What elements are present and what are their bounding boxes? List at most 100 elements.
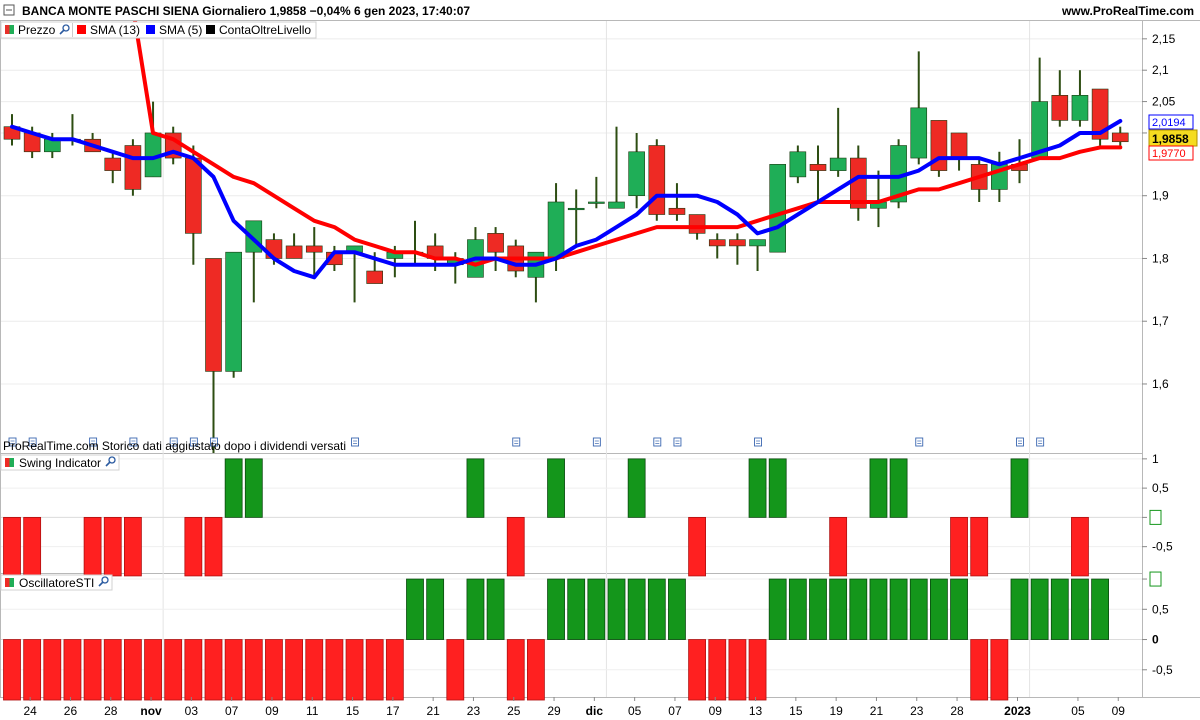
note-icon-body[interactable]	[1036, 437, 1045, 447]
sti-bar-negative	[285, 639, 304, 701]
sti-bar-positive	[889, 578, 908, 640]
sti-bar-positive	[788, 578, 807, 640]
candle-up	[567, 207, 585, 211]
candle-up	[608, 201, 625, 209]
x-tick-label: 26	[64, 704, 78, 718]
swing-panel-label[interactable]: Swing Indicator	[0, 454, 120, 471]
site-link[interactable]: www.ProRealTime.com	[1061, 4, 1194, 18]
note-icon-body[interactable]	[512, 437, 521, 447]
sma5-swatch-icon	[146, 25, 155, 34]
swing-bar-negative	[3, 516, 21, 577]
swing-tick-label: -0,5	[1152, 540, 1173, 554]
legend-label-sma13: SMA (13)	[90, 23, 140, 37]
x-tick-label: 05	[628, 704, 642, 718]
x-tick-label: 25	[507, 704, 521, 718]
sti-bar-negative	[83, 639, 102, 701]
price-tick-label: 2,1	[1152, 63, 1169, 77]
x-tick-label: 28	[104, 704, 118, 718]
indicator-axes: 10,50-0,510,50-0,5	[1142, 452, 1173, 677]
swing-bar-negative	[950, 516, 968, 577]
note-icon[interactable]	[1036, 437, 1045, 447]
note-icon[interactable]	[351, 437, 359, 447]
x-tick-label: 07	[668, 704, 682, 718]
sti-bar-positive	[1071, 578, 1089, 640]
candle-down	[668, 207, 686, 215]
sti-panel-label[interactable]: OscillatoreSTI	[0, 574, 113, 591]
sti-bar-negative	[970, 639, 989, 701]
sti-bar-negative	[748, 639, 767, 701]
price-tick-label: 1,9	[1152, 189, 1169, 203]
sti-bar-negative	[325, 639, 344, 701]
note-icon-body[interactable]	[754, 437, 762, 447]
sti-bar-positive	[567, 578, 586, 640]
legend-item-contaoltrelivello[interactable]: ContaOltreLivello	[206, 23, 311, 37]
sti-bar-positive	[466, 578, 485, 640]
chart-title: BANCA MONTE PASCHI SIENA Giornaliero 1,9…	[22, 4, 470, 18]
swing-bar-negative	[688, 516, 706, 577]
candle-down	[487, 233, 504, 253]
swing-bar-positive	[1010, 458, 1029, 518]
note-icon[interactable]	[754, 437, 762, 447]
price-axis: 1,6 1,7 1,8 1,9 2,05 2,1 2,15	[1142, 32, 1176, 391]
swing-current-badge	[1149, 509, 1162, 525]
swing-bar-negative	[204, 516, 223, 577]
candle-down	[305, 245, 323, 253]
x-tick-label: 05	[1071, 704, 1085, 718]
sti-bar-negative	[527, 639, 545, 701]
sti-bar-positive	[909, 578, 928, 640]
sti-bar-negative	[164, 639, 183, 701]
note-icon[interactable]	[673, 437, 682, 447]
note-icon[interactable]	[592, 437, 601, 447]
sti-bar-negative	[708, 639, 727, 701]
svg-text:2,0194: 2,0194	[1152, 117, 1186, 129]
swing-bar-negative	[829, 516, 848, 577]
sti-bar-negative	[63, 639, 82, 701]
note-icon[interactable]	[1016, 437, 1024, 447]
legend-label-sma5: SMA (5)	[159, 23, 202, 37]
candle-down	[366, 270, 384, 284]
sti-bar-negative	[3, 639, 21, 701]
sti-bar-negative	[184, 639, 203, 701]
swing-bar-negative	[970, 516, 989, 577]
note-icon-body[interactable]	[673, 437, 682, 447]
note-icon-body[interactable]	[1016, 437, 1024, 447]
candle-down	[729, 239, 746, 247]
x-tick-label: 09	[1112, 704, 1126, 718]
swing-bar-positive	[869, 458, 888, 518]
legend: Prezzo SMA (13) SMA (5) ContaOltreLivell…	[0, 21, 317, 39]
note-icon[interactable]	[915, 437, 924, 447]
sti-bar-negative	[365, 639, 384, 701]
x-tick-label: dic	[586, 704, 604, 718]
sti-bar-negative	[385, 639, 404, 701]
swing-swatch-icon	[5, 458, 10, 467]
candle-up	[769, 164, 787, 253]
x-tick-label: 28	[950, 704, 964, 718]
note-icon[interactable]	[512, 437, 521, 447]
candle-down	[688, 214, 706, 234]
candle-down	[205, 258, 222, 372]
sti-bar-negative	[124, 639, 142, 701]
sti-bar-positive	[869, 578, 888, 640]
sti-bar-positive	[486, 578, 505, 640]
candle-down	[809, 164, 827, 171]
sti-bar-positive	[607, 578, 626, 640]
swing-bar-negative	[1071, 516, 1089, 577]
note-icon-body[interactable]	[653, 437, 662, 447]
price-tick-label: 1,6	[1152, 377, 1169, 391]
note-icon-body[interactable]	[915, 437, 924, 447]
candle-up	[225, 251, 242, 372]
note-icon-body[interactable]	[351, 437, 359, 447]
note-icon[interactable]	[653, 437, 662, 447]
note-icon-body[interactable]	[592, 437, 601, 447]
candle-up	[588, 201, 605, 204]
x-tick-label: 17	[386, 704, 400, 718]
sti-bar-negative	[144, 639, 162, 701]
candle-up	[829, 157, 847, 171]
x-tick-label: 23	[467, 704, 481, 718]
candle-up	[789, 151, 807, 178]
svg-text:1,9858: 1,9858	[1152, 132, 1189, 146]
price-tick-label: 2,15	[1152, 32, 1176, 46]
candle-up	[547, 201, 565, 259]
sti-bar-negative	[244, 639, 263, 701]
candle-up	[910, 107, 928, 159]
